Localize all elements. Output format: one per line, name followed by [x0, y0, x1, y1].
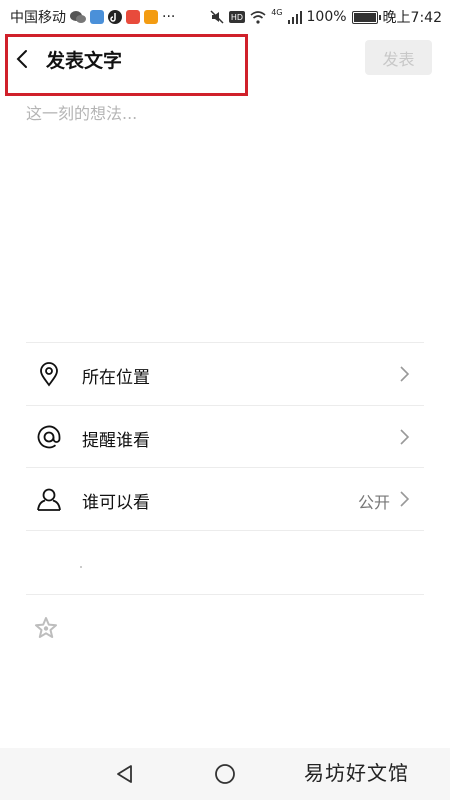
- status-bar: 中国移动 ··· HD 4G 100% 晚上7:42: [0, 0, 450, 32]
- visibility-value: 公开: [357, 493, 390, 512]
- red-app-icon: [126, 10, 140, 24]
- divider: [26, 594, 424, 595]
- nav-back-icon[interactable]: [113, 762, 137, 786]
- battery-level: [353, 12, 376, 22]
- signal-icon: [287, 10, 302, 24]
- back-arrow-icon[interactable]: [12, 48, 34, 70]
- publish-button[interactable]: 发表: [365, 40, 432, 75]
- chevron-right-icon: [400, 491, 410, 507]
- star-icon[interactable]: [34, 616, 58, 640]
- status-left: 中国移动 ···: [10, 7, 175, 27]
- visibility-label: 谁可以看: [82, 493, 150, 513]
- nav-home-icon[interactable]: [213, 762, 237, 786]
- svg-text:HD: HD: [231, 13, 243, 22]
- carrier-name: 中国移动: [10, 10, 66, 26]
- wifi-icon: [250, 10, 266, 24]
- chevron-right-icon: [400, 366, 410, 382]
- network-type: 4G: [271, 7, 283, 17]
- battery-icon: [351, 10, 381, 24]
- dot: [80, 566, 82, 568]
- more-notifications: ···: [162, 9, 176, 25]
- mute-icon: [210, 10, 224, 24]
- location-pin-icon: [40, 362, 58, 387]
- clock: 晚上7:42: [382, 10, 442, 26]
- hd-icon: HD: [229, 11, 246, 23]
- location-row[interactable]: 所在位置: [26, 343, 424, 405]
- remind-row[interactable]: 提醒谁看: [26, 406, 424, 468]
- location-label: 所在位置: [82, 368, 150, 388]
- tiktok-icon: [108, 10, 122, 24]
- watermark-text: 易坊好文馆: [304, 761, 409, 785]
- at-sign-icon: [37, 425, 61, 449]
- post-text-input[interactable]: [26, 100, 424, 330]
- person-icon: [37, 488, 61, 511]
- chevron-right-icon: [400, 429, 410, 445]
- video-app-icon: [144, 10, 158, 24]
- battery-percent: 100%: [306, 9, 347, 25]
- visibility-row[interactable]: 谁可以看 公开: [26, 468, 424, 530]
- system-nav-bar: 易坊好文馆: [0, 748, 450, 800]
- page-title: 发表文字: [46, 50, 123, 72]
- remind-label: 提醒谁看: [82, 431, 150, 451]
- wechat-icon: [70, 11, 86, 23]
- status-right: HD 4G 100% 晚上7:42: [210, 7, 442, 27]
- highlight-box: [5, 34, 248, 96]
- divider: [26, 530, 424, 531]
- wifi-app-icon: [90, 10, 104, 24]
